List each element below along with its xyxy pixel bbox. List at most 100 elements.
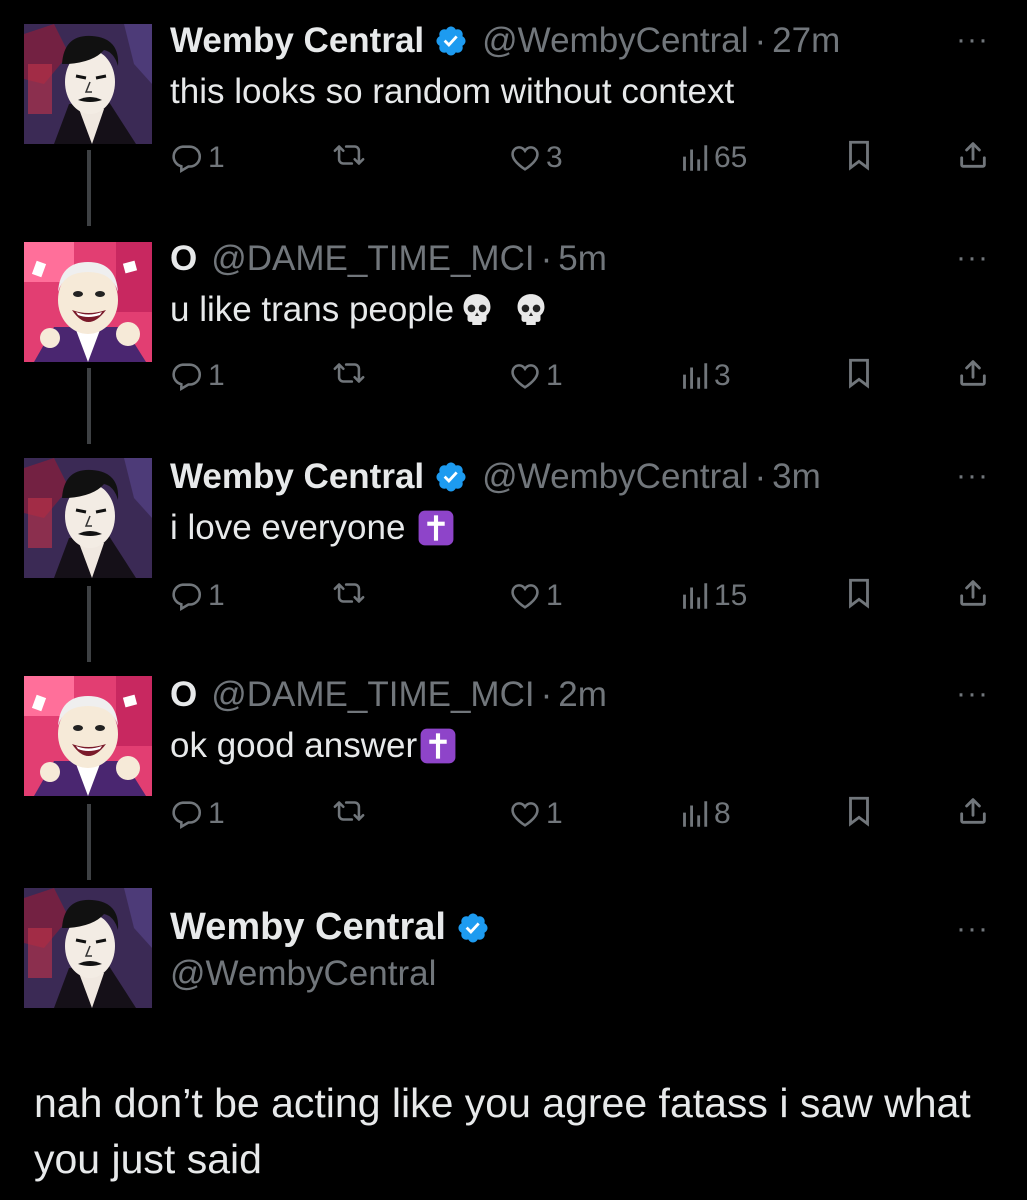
reply-button[interactable]: 1 [170,356,225,396]
views-button[interactable]: 15 [676,576,747,616]
avatar[interactable] [24,24,152,144]
heart-icon [508,797,542,831]
verified-badge-icon [434,460,468,494]
repost-icon [332,356,366,390]
bookmark-icon [842,138,876,172]
repost-icon [332,794,366,828]
views-icon [676,797,710,831]
views-button[interactable]: 3 [676,356,731,396]
views-icon [676,359,710,393]
bookmark-icon [842,576,876,610]
display-name[interactable]: Wemby Central [170,455,424,499]
reply-icon [170,579,204,613]
heart-icon [508,359,542,393]
handle[interactable]: @WembyCentral [482,19,748,63]
more-options-icon[interactable]: ··· [956,459,989,493]
bookmark-button[interactable] [842,138,876,172]
reply-button[interactable]: 1 [170,576,225,616]
repost-button[interactable] [332,794,370,828]
like-count: 1 [546,579,563,612]
share-button[interactable] [956,794,990,828]
timestamp[interactable]: 27m [772,19,840,63]
share-button[interactable] [956,138,990,172]
views-button[interactable]: 8 [676,794,731,834]
latin-cross-emoji-icon [417,509,455,547]
handle[interactable]: @WembyCentral [170,954,436,994]
reply-count: 1 [208,579,225,612]
heart-icon [508,141,542,175]
view-count: 8 [714,797,731,830]
like-button[interactable]: 1 [508,794,563,834]
display-name[interactable]: Wemby Central [170,19,424,63]
action-bar: 1 1 8 [0,794,1027,834]
like-button[interactable]: 1 [508,576,563,616]
repost-icon [332,138,366,172]
focal-tweet-text: nah don’t be acting like you agree fatas… [34,1080,971,1182]
bookmark-button[interactable] [842,794,876,828]
verified-badge-icon [434,24,468,58]
handle[interactable]: @DAME_TIME_MCI [211,673,534,717]
timestamp[interactable]: 5m [558,237,607,281]
verified-badge-icon [456,911,490,945]
timestamp[interactable]: 2m [558,673,607,717]
tweet-header: O @DAME_TIME_MCI · 2m [170,673,607,717]
display-name[interactable]: O [170,673,197,717]
reply-count: 1 [208,359,225,392]
avatar[interactable] [24,458,152,578]
timestamp[interactable]: 3m [772,455,821,499]
separator: · [754,457,767,496]
like-count: 3 [546,141,563,174]
avatar[interactable] [24,242,152,362]
share-button[interactable] [956,576,990,610]
skull-emoji-icon [458,291,496,329]
reply-icon [170,797,204,831]
bookmark-button[interactable] [842,576,876,610]
repost-button[interactable] [332,576,370,610]
display-name[interactable]: Wemby Central [170,906,446,949]
tweet-text-content: i love everyone [170,508,406,547]
repost-button[interactable] [332,356,370,390]
more-options-icon[interactable]: ··· [956,677,989,711]
more-options-icon[interactable]: ··· [956,23,989,57]
reply-icon [170,359,204,393]
more-options-icon[interactable]: ··· [956,241,989,275]
views-icon [676,579,710,613]
tweet-header: Wemby Central @WembyCentral · 27m [170,19,840,63]
separator: · [540,675,553,714]
tweet-text: u like trans people [170,288,550,332]
share-icon [956,576,990,610]
display-name[interactable]: O [170,237,197,281]
reply-button[interactable]: 1 [170,138,225,178]
handle[interactable]: @DAME_TIME_MCI [211,237,534,281]
tweet-text: ok good answer [170,724,457,768]
bookmark-button[interactable] [842,356,876,390]
reply-icon [170,141,204,175]
views-icon [676,141,710,175]
avatar[interactable] [24,676,152,796]
tweet-text: this looks so random without context [170,70,734,114]
like-count: 1 [546,797,563,830]
share-icon [956,356,990,390]
tweet-header: Wemby Central @WembyCentral · 3m [170,455,821,499]
reply-count: 1 [208,141,225,174]
bookmark-icon [842,356,876,390]
like-button[interactable]: 1 [508,356,563,396]
more-options-icon[interactable]: ··· [956,912,989,946]
tweet-header: O @DAME_TIME_MCI · 5m [170,237,607,281]
separator: · [754,21,767,60]
reply-count: 1 [208,797,225,830]
reply-button[interactable]: 1 [170,794,225,834]
view-count: 3 [714,359,731,392]
focal-name-row: Wemby Central [170,906,490,949]
heart-icon [508,579,542,613]
like-count: 1 [546,359,563,392]
views-button[interactable]: 65 [676,138,747,178]
share-button[interactable] [956,356,990,390]
repost-button[interactable] [332,138,370,172]
skull-emoji-icon [512,291,550,329]
tweet-text: i love everyone [170,506,455,550]
like-button[interactable]: 3 [508,138,563,178]
avatar[interactable] [24,888,152,1008]
handle[interactable]: @WembyCentral [482,455,748,499]
latin-cross-emoji-icon [419,727,457,765]
